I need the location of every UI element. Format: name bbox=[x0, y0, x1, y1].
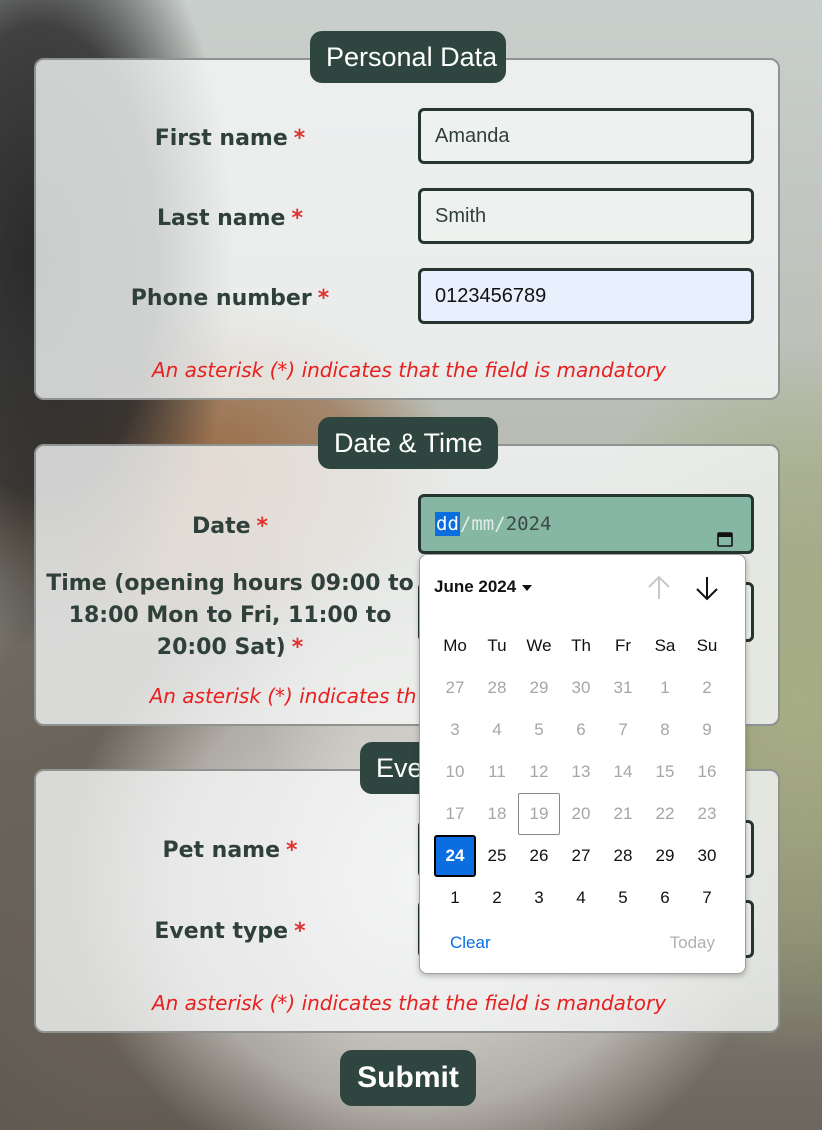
calendar-day[interactable]: 24 bbox=[434, 835, 476, 877]
date-input[interactable]: dd/mm/2024 bbox=[418, 494, 754, 554]
required-asterisk: * bbox=[286, 838, 298, 863]
calendar-day[interactable]: 12 bbox=[518, 751, 560, 793]
first-name-input[interactable]: Amanda bbox=[418, 108, 754, 164]
calendar-day[interactable]: 28 bbox=[602, 835, 644, 877]
calendar-day[interactable]: 8 bbox=[644, 709, 686, 751]
weekday-header: Su bbox=[696, 636, 718, 655]
calendar-day[interactable]: 5 bbox=[518, 709, 560, 751]
date-time-legend: Date & Time bbox=[318, 417, 498, 469]
weekday-header: Sa bbox=[654, 636, 676, 655]
clear-button[interactable]: Clear bbox=[450, 933, 491, 953]
mandatory-note: An asterisk (*) indicates that the field… bbox=[151, 358, 667, 382]
calendar-day[interactable]: 10 bbox=[434, 751, 476, 793]
first-name-label-text: First name bbox=[154, 126, 288, 151]
calendar-day[interactable]: 20 bbox=[560, 793, 602, 835]
weekday-header: Mo bbox=[443, 636, 467, 655]
weekday-header: Th bbox=[571, 636, 591, 655]
time-label-line3: 20:00 Sat) bbox=[156, 635, 286, 660]
date-day-segment[interactable]: dd bbox=[435, 512, 460, 536]
calendar-day[interactable]: 25 bbox=[476, 835, 518, 877]
calendar-day[interactable]: 4 bbox=[560, 877, 602, 919]
required-asterisk: * bbox=[291, 635, 304, 660]
calendar-day[interactable]: 14 bbox=[602, 751, 644, 793]
calendar-day[interactable]: 3 bbox=[518, 877, 560, 919]
time-label-line1: Time (opening hours 09:00 to bbox=[46, 571, 414, 596]
first-name-label: First name * bbox=[40, 126, 420, 151]
month-year-selector[interactable]: June 2024 bbox=[434, 577, 533, 597]
personal-data-legend: Personal Data bbox=[310, 31, 506, 83]
calendar-day[interactable]: 30 bbox=[686, 835, 728, 877]
last-name-label: Last name * bbox=[40, 206, 420, 231]
phone-label: Phone number * bbox=[40, 286, 420, 311]
last-name-input[interactable]: Smith bbox=[418, 188, 754, 244]
date-label-text: Date bbox=[191, 514, 251, 539]
event-type-label-text: Event type bbox=[154, 919, 289, 944]
date-month-segment[interactable]: mm bbox=[471, 513, 494, 535]
calendar-day[interactable]: 15 bbox=[644, 751, 686, 793]
date-picker-popup: June 2024 Mo Tu We Th Fr Sa Su 27 28 29 30 31 1 2 3 4 5 6… bbox=[419, 554, 746, 974]
calendar-day[interactable]: 26 bbox=[518, 835, 560, 877]
required-asterisk: * bbox=[294, 919, 306, 944]
calendar-day[interactable]: 2 bbox=[686, 667, 728, 709]
time-label-line2: 18:00 Mon to Fri, 11:00 to bbox=[68, 603, 392, 628]
calendar-day[interactable]: 9 bbox=[686, 709, 728, 751]
required-asterisk: * bbox=[291, 206, 303, 231]
calendar-day[interactable]: 2 bbox=[476, 877, 518, 919]
next-month-arrow-down-icon[interactable] bbox=[692, 573, 722, 603]
required-asterisk: * bbox=[317, 286, 330, 311]
chevron-down-icon bbox=[522, 584, 533, 591]
calendar-day[interactable]: 17 bbox=[434, 793, 476, 835]
calendar-day[interactable]: 27 bbox=[560, 835, 602, 877]
calendar-day[interactable]: 16 bbox=[686, 751, 728, 793]
calendar-day[interactable]: 30 bbox=[560, 667, 602, 709]
pet-name-label: Pet name * bbox=[40, 838, 420, 863]
weekday-header: Tu bbox=[487, 636, 507, 655]
calendar-day[interactable]: 21 bbox=[602, 793, 644, 835]
required-asterisk: * bbox=[256, 514, 269, 539]
date-year-segment[interactable]: 2024 bbox=[506, 513, 552, 535]
month-year-label: June 2024 bbox=[434, 577, 517, 596]
event-type-label: Event type * bbox=[40, 919, 420, 944]
weekday-header: Fr bbox=[614, 636, 632, 655]
weekday-header: We bbox=[526, 636, 552, 655]
calendar-day[interactable]: 23 bbox=[686, 793, 728, 835]
calendar-day[interactable]: 1 bbox=[434, 877, 476, 919]
calendar-day[interactable]: 13 bbox=[560, 751, 602, 793]
calendar-day[interactable]: 27 bbox=[434, 667, 476, 709]
calendar-day[interactable]: 5 bbox=[602, 877, 644, 919]
previous-month-arrow-up-icon[interactable] bbox=[644, 573, 674, 603]
calendar-icon[interactable] bbox=[717, 514, 733, 547]
calendar-day[interactable]: 11 bbox=[476, 751, 518, 793]
calendar-day[interactable]: 7 bbox=[686, 877, 728, 919]
calendar-day[interactable]: 29 bbox=[518, 667, 560, 709]
calendar-day[interactable]: 22 bbox=[644, 793, 686, 835]
last-name-label-text: Last name bbox=[156, 206, 286, 231]
calendar-day[interactable]: 6 bbox=[644, 877, 686, 919]
pet-name-label-text: Pet name bbox=[162, 838, 281, 863]
calendar-day[interactable]: 29 bbox=[644, 835, 686, 877]
calendar-day[interactable]: 4 bbox=[476, 709, 518, 751]
submit-button[interactable]: Submit bbox=[340, 1050, 476, 1106]
calendar-day[interactable]: 1 bbox=[644, 667, 686, 709]
calendar-day[interactable]: 19 bbox=[518, 793, 560, 835]
phone-label-text: Phone number bbox=[130, 286, 312, 311]
calendar-day[interactable]: 7 bbox=[602, 709, 644, 751]
required-asterisk: * bbox=[293, 126, 306, 151]
date-label: Date * bbox=[40, 514, 420, 539]
calendar-day[interactable]: 3 bbox=[434, 709, 476, 751]
phone-input[interactable]: 0123456789 bbox=[418, 268, 754, 324]
calendar-day[interactable]: 28 bbox=[476, 667, 518, 709]
today-button[interactable]: Today bbox=[670, 933, 715, 953]
calendar-day[interactable]: 18 bbox=[476, 793, 518, 835]
calendar-day[interactable]: 31 bbox=[602, 667, 644, 709]
mandatory-note: An asterisk (*) indicates that the field… bbox=[151, 991, 667, 1015]
date-separator: / bbox=[494, 513, 506, 535]
date-separator: / bbox=[459, 513, 472, 535]
time-label: Time (opening hours 09:00 to 18:00 Mon t… bbox=[40, 568, 420, 664]
calendar-day[interactable]: 6 bbox=[560, 709, 602, 751]
